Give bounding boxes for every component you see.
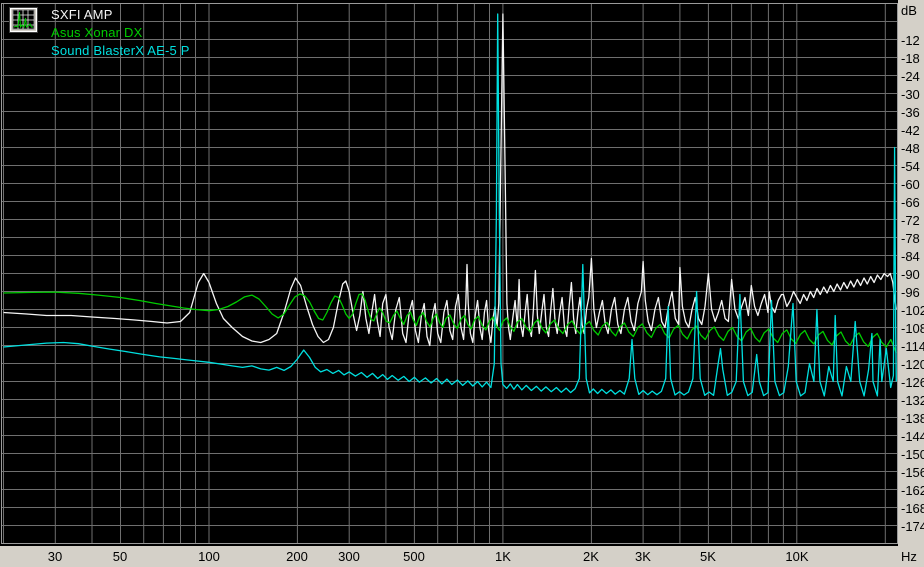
y-tick-label--42: -42	[901, 123, 920, 138]
y-tick-label--84: -84	[901, 249, 920, 264]
y-axis-unit-label: dB	[901, 3, 917, 18]
y-tick-label--108: -108	[901, 321, 924, 336]
y-tick-label--36: -36	[901, 105, 920, 120]
x-axis-unit-label: Hz	[901, 549, 917, 564]
y-tick-label--150: -150	[901, 447, 924, 462]
x-tick-label-10K: 10K	[785, 549, 808, 564]
legend-item-sxfi-amp: SXFI AMP	[51, 6, 190, 24]
x-tick-label-50: 50	[113, 549, 127, 564]
y-tick-label--24: -24	[901, 69, 920, 84]
spectrum-plot-canvas	[0, 0, 898, 546]
y-tick-label--30: -30	[901, 87, 920, 102]
legend-item-sound-blasterx-ae5p: Sound BlasterX AE-5 P	[51, 42, 190, 60]
y-tick-label--78: -78	[901, 231, 920, 246]
y-tick-label--156: -156	[901, 465, 924, 480]
x-tick-label-300: 300	[338, 549, 360, 564]
y-tick-label--48: -48	[901, 141, 920, 156]
y-tick-label--66: -66	[901, 195, 920, 210]
y-tick-label--114: -114	[901, 339, 924, 354]
y-tick-label--120: -120	[901, 357, 924, 372]
x-tick-label-5K: 5K	[700, 549, 716, 564]
x-axis-strip: 30 50 100 200 300 500 1K 2K 3K 5K 10K	[0, 546, 898, 567]
y-tick-label--102: -102	[901, 303, 924, 318]
legend-items: SXFI AMP Asus Xonar DX Sound BlasterX AE…	[51, 6, 190, 60]
x-tick-label-30: 30	[48, 549, 62, 564]
y-tick-label--174: -174	[901, 519, 924, 534]
y-tick-label--138: -138	[901, 411, 924, 426]
x-tick-label-500: 500	[403, 549, 425, 564]
y-tick-label--96: -96	[901, 285, 920, 300]
y-tick-label--144: -144	[901, 429, 924, 444]
y-tick-label--168: -168	[901, 501, 924, 516]
spectrum-analyzer-window: SXFI AMP Asus Xonar DX Sound BlasterX AE…	[0, 0, 924, 567]
legend-item-asus-xonar-dx: Asus Xonar DX	[51, 24, 190, 42]
y-tick-label--126: -126	[901, 375, 924, 390]
y-tick-label--12: -12	[901, 33, 920, 48]
y-tick-label--162: -162	[901, 483, 924, 498]
x-tick-label-1K: 1K	[495, 549, 511, 564]
x-tick-label-2K: 2K	[583, 549, 599, 564]
y-tick-label--132: -132	[901, 393, 924, 408]
legend: SXFI AMP Asus Xonar DX Sound BlasterX AE…	[9, 6, 190, 60]
y-tick-label--60: -60	[901, 177, 920, 192]
y-tick-label--72: -72	[901, 213, 920, 228]
x-tick-label-100: 100	[198, 549, 220, 564]
y-axis-strip: dB Hz -12 -18 -24 -30 -36 -42 -48 -54 -60 -66 -72 -…	[898, 0, 924, 567]
y-tick-label--90: -90	[901, 267, 920, 282]
y-tick-label--18: -18	[901, 51, 920, 66]
x-tick-label-200: 200	[286, 549, 308, 564]
spectrum-icon[interactable]	[9, 7, 38, 33]
x-tick-label-3K: 3K	[635, 549, 651, 564]
y-tick-label--54: -54	[901, 159, 920, 174]
